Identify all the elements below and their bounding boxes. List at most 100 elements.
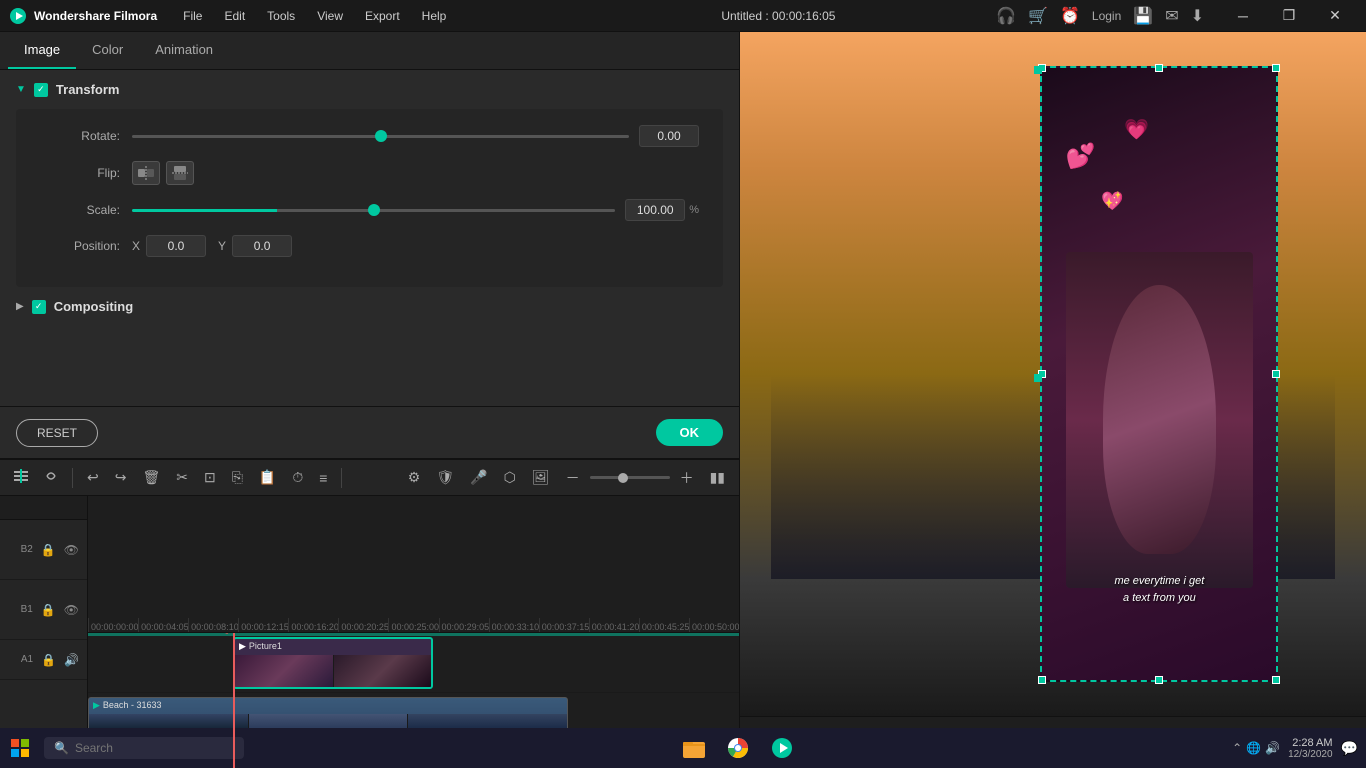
notification-icon[interactable]: 💬 — [1341, 740, 1358, 757]
tab-color[interactable]: Color — [76, 32, 139, 69]
ruler-5: 00:00:20:25 — [338, 618, 388, 632]
collapse-button[interactable]: ▮▮ — [704, 465, 731, 490]
filmora-taskbar-app[interactable] — [764, 730, 800, 766]
scale-slider[interactable] — [132, 209, 615, 212]
ruler-10: 00:00:41:20 — [589, 618, 639, 632]
visibility-icon-2[interactable]: 👁 — [64, 543, 79, 557]
flip-vertical-button[interactable] — [166, 161, 194, 185]
menu-tools[interactable]: Tools — [257, 5, 305, 27]
reset-button[interactable]: RESET — [16, 419, 98, 447]
menu-file[interactable]: File — [173, 5, 212, 27]
cart-icon[interactable]: 🛒 — [1028, 6, 1048, 26]
top-icons: 🎧 🛒 ⏰ Login 💾 ✉ ⬇ — [996, 6, 1204, 26]
undo-button[interactable]: ↩ — [81, 465, 105, 490]
handle-bottom-left[interactable] — [1038, 676, 1046, 684]
clock-time: 2:28 AM — [1288, 737, 1333, 749]
copy-button[interactable]: ⎘ — [226, 465, 249, 490]
crop-button[interactable]: ⊡ — [198, 465, 222, 490]
lock-icon-1[interactable]: 🔒 — [41, 603, 56, 617]
ruler-12: 00:00:50:00 — [689, 618, 739, 632]
tray-up-arrow[interactable]: ⌃ — [1232, 741, 1242, 755]
tray-network-icon[interactable]: 🌐 — [1246, 741, 1261, 755]
menu-view[interactable]: View — [307, 5, 353, 27]
tray-volume-icon[interactable]: 🔊 — [1265, 741, 1280, 755]
outer-handle-top[interactable] — [1034, 66, 1042, 74]
paste-button[interactable]: 📋 — [253, 465, 282, 490]
audio-lock-icon[interactable]: 🔒 — [41, 653, 56, 667]
flip-horizontal-button[interactable] — [132, 161, 160, 185]
adjust-button[interactable]: ≡ — [313, 466, 333, 490]
mail-icon[interactable]: ✉ — [1165, 6, 1178, 26]
ok-button[interactable]: OK — [656, 419, 724, 446]
save-icon[interactable]: 💾 — [1133, 6, 1153, 26]
menu-help[interactable]: Help — [412, 5, 457, 27]
close-button[interactable]: ✕ — [1312, 0, 1358, 32]
menu-export[interactable]: Export — [355, 5, 410, 27]
cut-button[interactable]: ✂ — [170, 465, 194, 490]
transform-content: Rotate: Flip: Scale: — [16, 109, 723, 287]
search-icon: 🔍 — [54, 741, 69, 755]
thumb-2 — [334, 655, 432, 687]
login-button[interactable]: Login — [1092, 9, 1121, 23]
headphone-icon[interactable]: 🎧 — [996, 6, 1016, 26]
ruler-7: 00:00:29:05 — [439, 618, 489, 632]
download-icon[interactable]: ⬇ — [1191, 6, 1204, 26]
clock-icon[interactable]: ⏰ — [1060, 6, 1080, 26]
audio-button[interactable]: 🎤 — [464, 465, 493, 490]
menu-edit[interactable]: Edit — [214, 5, 255, 27]
overlay-clip[interactable]: ▶ Picture1 — [233, 637, 433, 689]
mask-button[interactable]: 🛡 — [430, 465, 460, 490]
outer-handle-mid[interactable] — [1034, 374, 1042, 382]
handle-top-right[interactable] — [1272, 64, 1280, 72]
thumbnail-button[interactable]: 🖼 — [526, 465, 556, 490]
search-bar[interactable]: 🔍 — [44, 737, 244, 759]
lock-icon-2[interactable]: 🔒 — [41, 543, 56, 557]
position-x-input[interactable] — [146, 235, 206, 257]
handle-top-middle[interactable] — [1155, 64, 1163, 72]
search-input[interactable] — [75, 741, 195, 755]
scale-value[interactable] — [625, 199, 685, 221]
file-explorer-app[interactable] — [676, 730, 712, 766]
ruler-0: 00:00:00:00 — [88, 618, 138, 632]
video-play-icon: ▶ — [93, 700, 100, 711]
transform-section-header[interactable]: ▼ Transform — [16, 82, 723, 97]
add-track-button[interactable] — [8, 465, 34, 490]
app-icon — [8, 6, 28, 26]
visibility-icon-1[interactable]: 👁 — [64, 603, 79, 617]
flip-label: Flip: — [40, 166, 120, 180]
overlay-clip-preview[interactable]: 💕 💗 💖 me everytime i geta text from you — [1040, 66, 1278, 682]
position-inputs: X Y — [132, 235, 304, 257]
compositing-section-header[interactable]: ▶ Compositing — [16, 299, 723, 314]
scale-unit: % — [689, 204, 699, 216]
audio-mute-icon[interactable]: 🔊 — [64, 653, 79, 667]
restore-button[interactable]: ❐ — [1266, 0, 1312, 32]
handle-bottom-right[interactable] — [1272, 676, 1280, 684]
tab-image[interactable]: Image — [8, 32, 76, 69]
link-button[interactable] — [38, 465, 64, 490]
tab-animation[interactable]: Animation — [139, 32, 229, 69]
handle-middle-right[interactable] — [1272, 370, 1280, 378]
rotate-value[interactable] — [639, 125, 699, 147]
minimize-button[interactable]: ─ — [1220, 0, 1266, 32]
start-button[interactable] — [0, 728, 40, 768]
flip-row: Flip: — [40, 161, 699, 185]
effects-button[interactable]: ⚙ — [402, 465, 427, 490]
compositing-checkbox[interactable] — [32, 300, 46, 314]
chrome-app[interactable] — [720, 730, 756, 766]
delete-button[interactable]: 🗑 — [136, 465, 166, 490]
minus-zoom-button[interactable]: － — [560, 464, 586, 492]
transition-button[interactable]: ⬡ — [498, 465, 522, 490]
position-y-input[interactable] — [232, 235, 292, 257]
timeline-ruler[interactable]: 00:00:00:00 00:00:04:05 00:00:08:10 00:0… — [88, 496, 739, 633]
rotate-slider[interactable] — [132, 135, 629, 138]
redo-button[interactable]: ↪ — [109, 465, 133, 490]
plus-zoom-button[interactable]: ＋ — [674, 464, 700, 492]
zoom-slider[interactable] — [590, 476, 670, 479]
system-clock[interactable]: 2:28 AM 12/3/2020 — [1288, 737, 1333, 760]
handle-bottom-middle[interactable] — [1155, 676, 1163, 684]
speed-button[interactable]: ⏱ — [286, 465, 309, 490]
transform-checkbox[interactable] — [34, 83, 48, 97]
ruler-11: 00:00:45:25 — [639, 618, 689, 632]
scale-row: Scale: % — [40, 199, 699, 221]
preview-area[interactable]: 💕 💗 💖 me everytime i geta text from you — [740, 32, 1366, 716]
